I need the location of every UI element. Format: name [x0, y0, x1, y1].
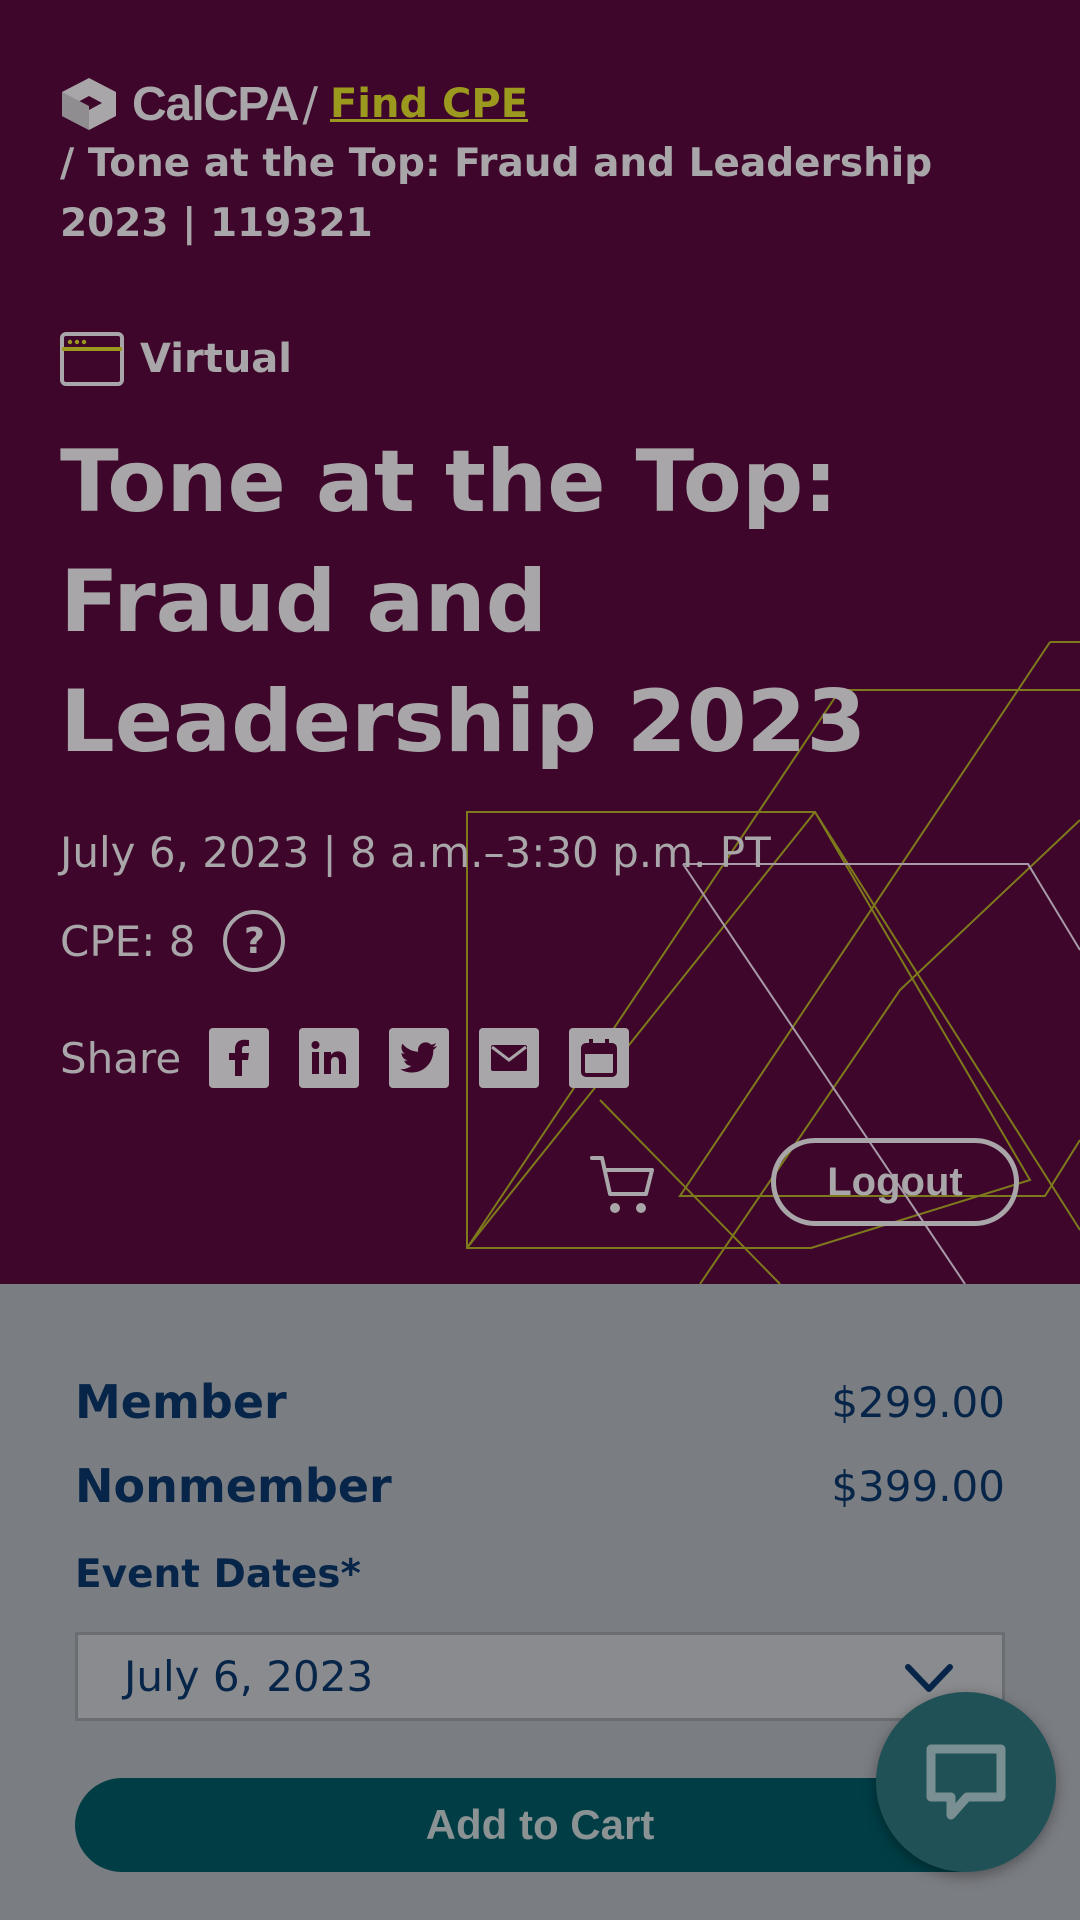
calcpa-logo-icon — [62, 78, 116, 130]
linkedin-icon[interactable] — [299, 1028, 360, 1088]
event-format: Virtual — [60, 332, 292, 386]
chat-bubble-icon[interactable] — [876, 1692, 1056, 1872]
breadcrumb-separator: / — [302, 77, 318, 131]
price-tier-amount: $299.00 — [831, 1377, 1005, 1427]
cpe-credits: CPE: 8 — [60, 916, 196, 966]
price-tier-name: Nonmember — [75, 1459, 392, 1513]
price-tier-amount: $399.00 — [831, 1461, 1005, 1511]
breadcrumb: CalCPA / Find CPE — [60, 76, 528, 132]
event-date-select[interactable]: July 6, 2023 — [75, 1632, 1005, 1721]
breadcrumb-current-page: / Tone at the Top: Fraud and Leadership … — [60, 141, 933, 246]
cart-icon[interactable] — [588, 1152, 658, 1218]
price-tier-name: Member — [75, 1375, 287, 1429]
event-dates-label: Event Dates* — [75, 1552, 361, 1597]
event-title: Tone at the Top: Fraud and Leadership 20… — [60, 432, 867, 772]
facebook-icon[interactable] — [209, 1028, 270, 1088]
cpe-help-icon[interactable]: ? — [223, 910, 286, 972]
event-format-label: Virtual — [140, 336, 292, 382]
email-icon[interactable] — [479, 1028, 540, 1088]
event-date-selected-value: July 6, 2023 — [124, 1652, 374, 1701]
cpe-info: CPE: 8 ? — [60, 910, 286, 972]
share-bar: Share — [60, 1028, 659, 1088]
logout-button[interactable]: Logout — [771, 1138, 1019, 1226]
add-to-cart-button[interactable]: Add to Cart — [75, 1778, 1005, 1872]
share-label: Share — [60, 1033, 182, 1083]
price-row-nonmember: Nonmember $399.00 — [75, 1444, 1005, 1528]
calendar-icon[interactable] — [569, 1028, 630, 1088]
browser-window-icon — [60, 332, 124, 386]
calcpa-logo-text: CalCPA — [132, 77, 299, 131]
event-datetime: July 6, 2023 | 8 a.m.–3:30 p.m. PT — [60, 828, 771, 877]
event-hero: CalCPA / Find CPE / Tone at the Top: Fra… — [0, 0, 1080, 1284]
chevron-down-icon — [905, 1664, 953, 1692]
breadcrumb-link-find-cpe[interactable]: Find CPE — [330, 81, 528, 127]
pricing-list: Member $299.00 Nonmember $399.00 — [75, 1360, 1005, 1528]
twitter-icon[interactable] — [389, 1028, 450, 1088]
price-row-member: Member $299.00 — [75, 1360, 1005, 1444]
